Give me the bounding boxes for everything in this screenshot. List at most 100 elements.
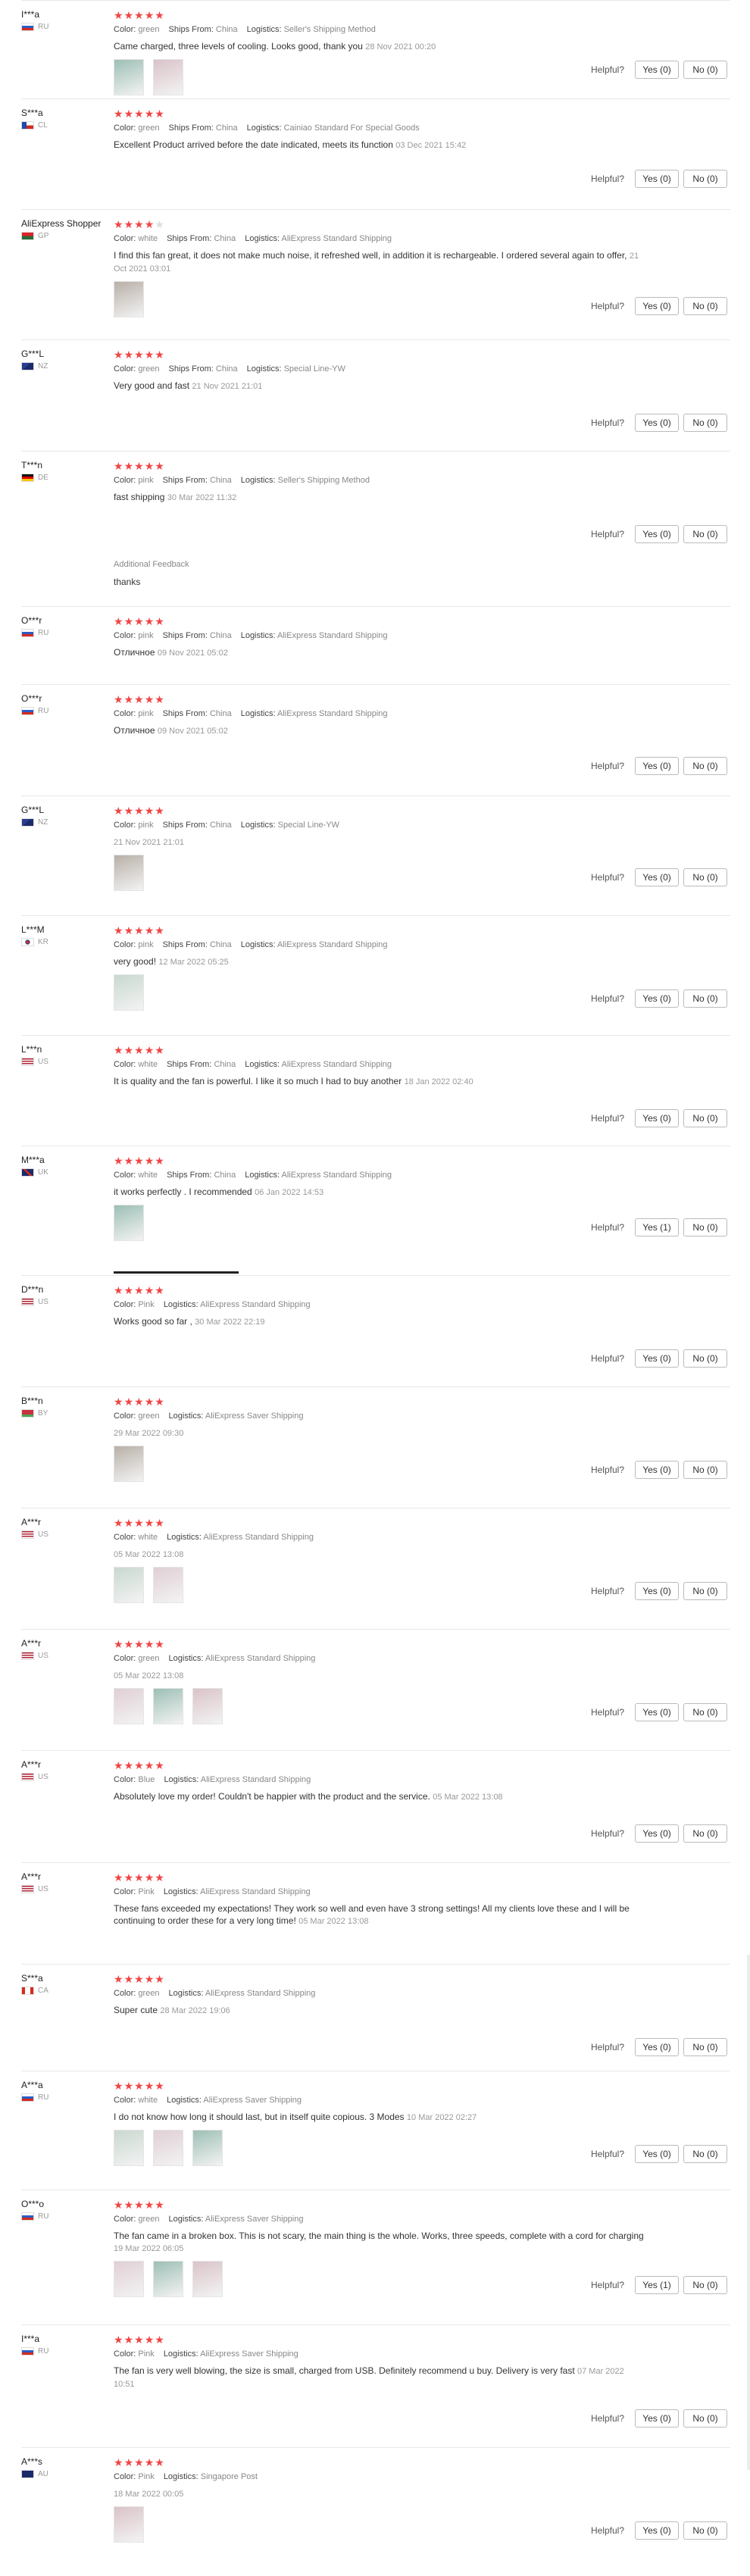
yes-button[interactable]: Yes (0) (635, 1582, 679, 1600)
review-photo-thumbnail[interactable] (114, 974, 144, 1011)
no-button[interactable]: No (0) (683, 414, 727, 432)
reviewer-country: BY (21, 1409, 48, 1418)
star-icon: ★ (144, 2456, 155, 2468)
yes-button[interactable]: Yes (0) (635, 757, 679, 775)
star-icon: ★ (144, 1044, 155, 1056)
yes-button[interactable]: Yes (0) (635, 2145, 679, 2163)
helpful-label: Helpful? (590, 872, 624, 883)
star-icon: ★ (134, 1044, 145, 1056)
helpful-vote: Helpful? Yes (0) No (0) (591, 414, 727, 432)
logistics-label: Logistics: (240, 709, 276, 718)
yes-button[interactable]: Yes (0) (635, 2038, 679, 2056)
star-icon: ★ (123, 1044, 135, 1056)
reviewer-country: CA (21, 1987, 48, 1995)
review-attributes: Color: white Logistics: AliExpress Standa… (114, 1532, 644, 1543)
no-button[interactable]: No (0) (683, 1461, 727, 1479)
logistics-label: Logistics: (168, 2215, 204, 2224)
star-icon: ★ (155, 805, 165, 817)
no-button[interactable]: No (0) (683, 170, 727, 188)
review-divider (21, 1035, 730, 1036)
review-text: Super cute 28 Mar 2022 19:06 (114, 2004, 644, 2017)
no-button[interactable]: No (0) (683, 1703, 727, 1721)
helpful-label: Helpful? (590, 174, 624, 184)
yes-button[interactable]: Yes (0) (635, 2521, 679, 2540)
yes-button[interactable]: Yes (0) (635, 170, 679, 188)
country-code: CL (38, 121, 48, 130)
logistics-label: Logistics: (246, 25, 282, 34)
logistics-label: Logistics: (168, 1989, 204, 1998)
review-photo-thumbnail[interactable] (114, 1688, 144, 1724)
no-button[interactable]: No (0) (683, 525, 727, 543)
yes-button[interactable]: Yes (1) (635, 2276, 679, 2294)
review-photo-thumbnail[interactable] (114, 855, 144, 891)
review-photo-thumbnail[interactable] (114, 1567, 144, 1603)
yes-button[interactable]: Yes (0) (635, 61, 679, 79)
yes-button[interactable]: Yes (0) (635, 868, 679, 886)
no-button[interactable]: No (0) (683, 989, 727, 1008)
yes-button[interactable]: Yes (0) (635, 1109, 679, 1127)
review-divider (21, 2447, 730, 2448)
yes-button[interactable]: Yes (0) (635, 414, 679, 432)
no-button[interactable]: No (0) (683, 2145, 727, 2163)
review-photo-thumbnail[interactable] (114, 1446, 144, 1482)
review-photo-thumbnail[interactable] (192, 2261, 223, 2297)
yes-button[interactable]: Yes (0) (635, 1461, 679, 1479)
review-body: ★★★★★ Color: green Logistics: AliExpress S… (114, 1973, 644, 2017)
color-value: Pink (138, 1300, 155, 1309)
no-button[interactable]: No (0) (683, 61, 727, 79)
review-photo-thumbnail[interactable] (114, 59, 144, 95)
review-photo-thumbnail[interactable] (114, 2261, 144, 2297)
no-button[interactable]: No (0) (683, 868, 727, 886)
logistics-label: Logistics: (168, 1411, 204, 1421)
ships-from-label: Ships From: (167, 234, 212, 243)
yes-button[interactable]: Yes (0) (635, 989, 679, 1008)
review-photo-thumbnail[interactable] (153, 1567, 183, 1603)
no-button[interactable]: No (0) (683, 297, 727, 315)
review-text: very good! 12 Mar 2022 05:25 (114, 955, 644, 968)
yes-button[interactable]: Yes (0) (635, 1349, 679, 1368)
reviewer-name: O***r (21, 693, 42, 704)
review-photo-thumbnail[interactable] (192, 1688, 223, 1724)
no-button[interactable]: No (0) (683, 2409, 727, 2428)
star-icon: ★ (134, 2199, 145, 2211)
no-button[interactable]: No (0) (683, 2038, 727, 2056)
star-icon: ★ (144, 1155, 155, 1167)
logistics-label: Logistics: (168, 1654, 204, 1663)
logistics-label: Logistics: (246, 364, 282, 374)
yes-button[interactable]: Yes (0) (635, 525, 679, 543)
logistics-label: Logistics: (167, 1533, 202, 1542)
no-button[interactable]: No (0) (683, 757, 727, 775)
country-flag-icon (21, 1885, 34, 1893)
star-icon: ★ (123, 218, 135, 230)
yes-button[interactable]: Yes (0) (635, 1824, 679, 1843)
review-photo-thumbnail[interactable] (114, 2506, 144, 2543)
yes-button[interactable]: Yes (0) (635, 2409, 679, 2428)
scrollbar-track[interactable] (747, 1955, 750, 2470)
review-photo-thumbnail[interactable] (114, 1205, 144, 1241)
review-date: 21 Nov 2021 21:01 (192, 382, 263, 391)
star-icon: ★ (144, 693, 155, 705)
no-button[interactable]: No (0) (683, 1582, 727, 1600)
logistics-label: Logistics: (163, 1300, 198, 1309)
review-photo-thumbnail[interactable] (192, 2130, 223, 2166)
no-button[interactable]: No (0) (683, 2521, 727, 2540)
yes-button[interactable]: Yes (0) (635, 297, 679, 315)
review-photo-thumbnail[interactable] (114, 281, 144, 317)
review-date: 10 Mar 2022 02:27 (406, 2113, 477, 2122)
country-flag-icon (21, 938, 34, 946)
no-button[interactable]: No (0) (683, 1349, 727, 1368)
yes-button[interactable]: Yes (0) (635, 1703, 679, 1721)
review-photo-thumbnail[interactable] (153, 2261, 183, 2297)
review-photo-thumbnail[interactable] (114, 2130, 144, 2166)
yes-button[interactable]: Yes (1) (635, 1218, 679, 1236)
review-photo-thumbnail[interactable] (153, 1688, 183, 1724)
no-button[interactable]: No (0) (683, 1824, 727, 1843)
review-photo-thumbnail[interactable] (153, 2130, 183, 2166)
star-rating: ★★★★★ (114, 1973, 644, 1985)
country-flag-icon (21, 1987, 34, 1995)
no-button[interactable]: No (0) (683, 2276, 727, 2294)
review-date: 09 Nov 2021 05:02 (157, 727, 228, 736)
no-button[interactable]: No (0) (683, 1109, 727, 1127)
no-button[interactable]: No (0) (683, 1218, 727, 1236)
review-photo-thumbnail[interactable] (153, 59, 183, 95)
